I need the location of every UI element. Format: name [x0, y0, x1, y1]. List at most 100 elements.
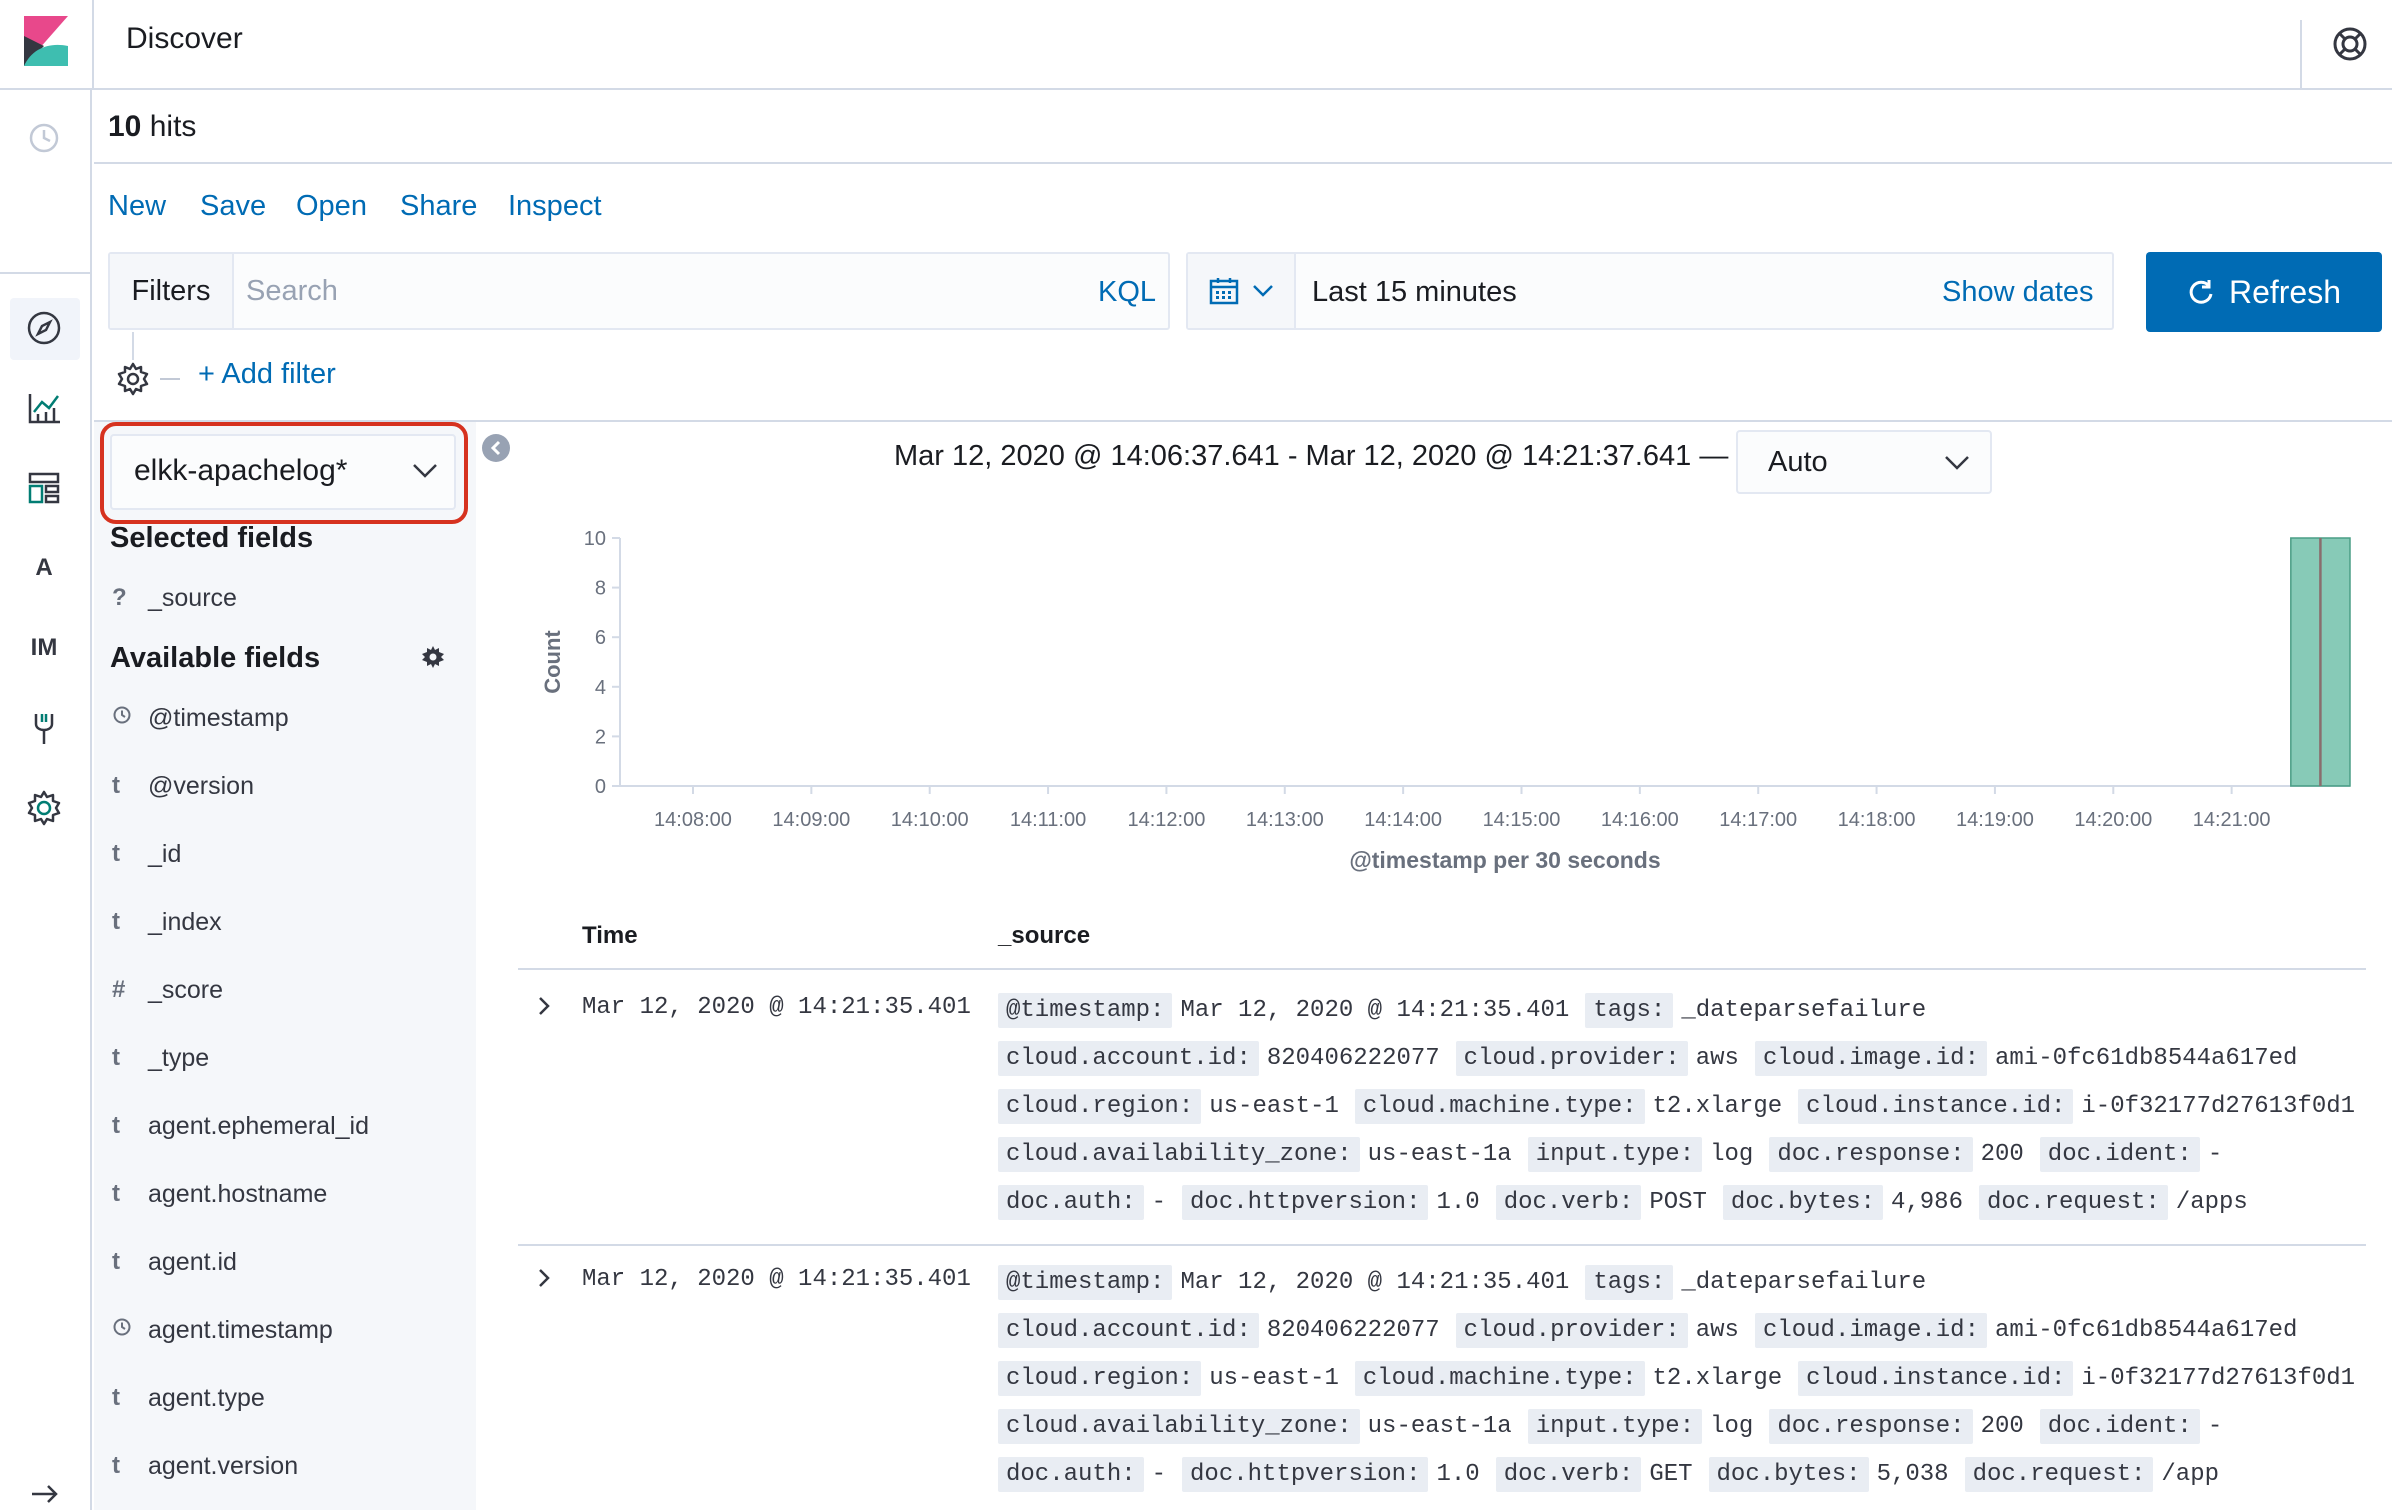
source-field-key: cloud.instance.id: [1798, 1088, 2074, 1124]
interval-value: Auto [1768, 446, 1828, 478]
chevron-down-icon [1253, 285, 1273, 297]
field-item[interactable]: agent.timestamp [110, 1310, 333, 1350]
source-field-key: doc.response: [1769, 1408, 1973, 1444]
source-field-key: doc.verb: [1495, 1456, 1642, 1492]
source-line: cloud.availability_zone: us-east-1a input.… [998, 1406, 2238, 1446]
available-fields-heading: Available fields [110, 642, 321, 674]
field-type-unknown: ? [112, 584, 127, 611]
x-tick-label: 14:11:00 [1010, 809, 1086, 831]
header-divider [518, 968, 2366, 970]
expand-row-chevron-icon[interactable] [532, 994, 556, 1018]
source-field-key: doc.auth: [998, 1184, 1144, 1220]
chevron-down-icon [1945, 456, 1969, 470]
expand-row-chevron-icon[interactable] [532, 1266, 556, 1290]
source-field-value: /app [2161, 1460, 2220, 1488]
x-tick-label: 14:14:00 [1364, 809, 1442, 831]
field-item[interactable]: t agent.id [110, 1242, 237, 1282]
field-item[interactable]: @timestamp [110, 698, 289, 738]
visualize-icon[interactable] [22, 386, 66, 430]
field-item[interactable]: # _score [110, 970, 223, 1010]
x-tick-label: 14:16:00 [1601, 809, 1679, 831]
field-name: agent.version [148, 1451, 299, 1480]
field-name: @timestamp [148, 703, 289, 732]
help-lifebuoy-icon[interactable] [2330, 24, 2370, 64]
source-field-value: 1.0 [1436, 1188, 1480, 1216]
source-field-value: 1.0 [1436, 1460, 1480, 1488]
collapse-sidebar-button[interactable] [482, 434, 510, 462]
source-field-value: t2.xlarge [1652, 1364, 1783, 1392]
add-filter-button[interactable]: + Add filter [198, 358, 336, 391]
refresh-button[interactable]: Refresh [2146, 252, 2382, 332]
menu-open[interactable]: Open [296, 190, 367, 223]
source-field-key: doc.httpversion: [1182, 1184, 1429, 1220]
field-item[interactable]: t _type [110, 1038, 209, 1078]
source-field-key: doc.verb: [1495, 1184, 1642, 1220]
kibana-logo-icon[interactable] [24, 16, 68, 66]
menu-new[interactable]: New [108, 190, 166, 223]
show-dates-link[interactable]: Show dates [1942, 276, 2094, 309]
x-tick-label: 14:17:00 [1719, 809, 1797, 831]
row-time: Mar 12, 2020 @ 14:21:35.401 [582, 1266, 971, 1293]
field-type-string: t [112, 1248, 120, 1275]
search-input[interactable] [246, 266, 1026, 316]
management-gear-icon[interactable] [22, 786, 66, 830]
source-field-key: cloud.availability_zone: [998, 1136, 1360, 1172]
source-field-key: cloud.machine.type: [1354, 1088, 1645, 1124]
hits-count: 10 hits [108, 110, 197, 143]
source-field-value: Mar 12, 2020 @ 14:21:35.401 [1180, 996, 1570, 1024]
kql-toggle[interactable]: KQL [1098, 276, 1156, 309]
field-settings-gear-icon[interactable] [420, 644, 446, 670]
space-avatar-a[interactable]: A [22, 546, 66, 590]
left-nav: A IM [0, 90, 92, 1510]
index-pattern-select[interactable]: elkk-apachelog* [110, 434, 456, 510]
source-field-value: GET [1649, 1460, 1693, 1488]
field-item[interactable]: t agent.ephemeral_id [110, 1106, 369, 1146]
space-avatar-im[interactable]: IM [22, 626, 66, 670]
dashboard-icon[interactable] [22, 466, 66, 510]
filters-label[interactable]: Filters [110, 254, 234, 328]
discover-compass-icon[interactable] [22, 306, 66, 350]
top-header: Discover [0, 0, 2392, 90]
menu-inspect[interactable]: Inspect [508, 190, 602, 223]
source-field-key: @timestamp: [998, 1264, 1173, 1300]
source-line: @timestamp: Mar 12, 2020 @ 14:21:35.401 ta… [998, 1262, 1942, 1302]
source-field-value: - [1151, 1188, 1167, 1216]
field-item[interactable]: t _id [110, 834, 181, 874]
source-field-value: Mar 12, 2020 @ 14:21:35.401 [1180, 1268, 1570, 1296]
chevron-down-icon [413, 464, 437, 478]
source-field-key: tags: [1585, 992, 1674, 1028]
x-tick-label: 14:19:00 [1956, 809, 2034, 831]
source-field-value: ami-0fc61db8544a617ed [1994, 1044, 2298, 1072]
field-item[interactable]: ? _source [110, 578, 237, 618]
source-field-value: i-0f32177d27613f0d1 [2081, 1364, 2356, 1392]
filter-settings-gear-icon[interactable] [114, 360, 152, 398]
x-tick-label: 14:08:00 [654, 809, 732, 831]
source-field-key: cloud.image.id: [1754, 1312, 1987, 1348]
field-item[interactable]: t agent.version [110, 1446, 298, 1486]
source-field-value: - [2207, 1412, 2223, 1440]
field-item[interactable]: t agent.hostname [110, 1174, 327, 1214]
column-header-source[interactable]: _source [998, 922, 1090, 950]
source-field-value: _dateparsefailure [1681, 1268, 1927, 1296]
field-item[interactable]: t agent.type [110, 1378, 265, 1418]
field-item[interactable]: t @version [110, 766, 254, 806]
menu-share[interactable]: Share [400, 190, 477, 223]
dev-tools-icon[interactable] [22, 706, 66, 750]
calendar-icon [1209, 278, 1239, 305]
source-field-key: cloud.provider: [1455, 1312, 1688, 1348]
quick-menu-button[interactable] [1188, 254, 1296, 328]
interval-select[interactable]: Auto [1736, 430, 1992, 494]
date-range-value[interactable]: Last 15 minutes [1312, 276, 1517, 309]
source-field-value: 5,038 [1876, 1460, 1949, 1488]
y-tick-label: 2 [595, 726, 606, 748]
recent-clock-icon[interactable] [22, 116, 66, 160]
column-header-time[interactable]: Time [582, 922, 638, 950]
source-field-key: cloud.provider: [1455, 1040, 1688, 1076]
expand-nav-arrow-icon[interactable] [22, 1472, 66, 1510]
field-item[interactable]: t _index [110, 902, 222, 942]
field-type-string: t [112, 840, 120, 867]
source-field-value: us-east-1a [1367, 1412, 1512, 1440]
y-tick-label: 10 [584, 528, 606, 550]
menu-save[interactable]: Save [200, 190, 266, 223]
source-field-value: us-east-1 [1209, 1092, 1339, 1120]
